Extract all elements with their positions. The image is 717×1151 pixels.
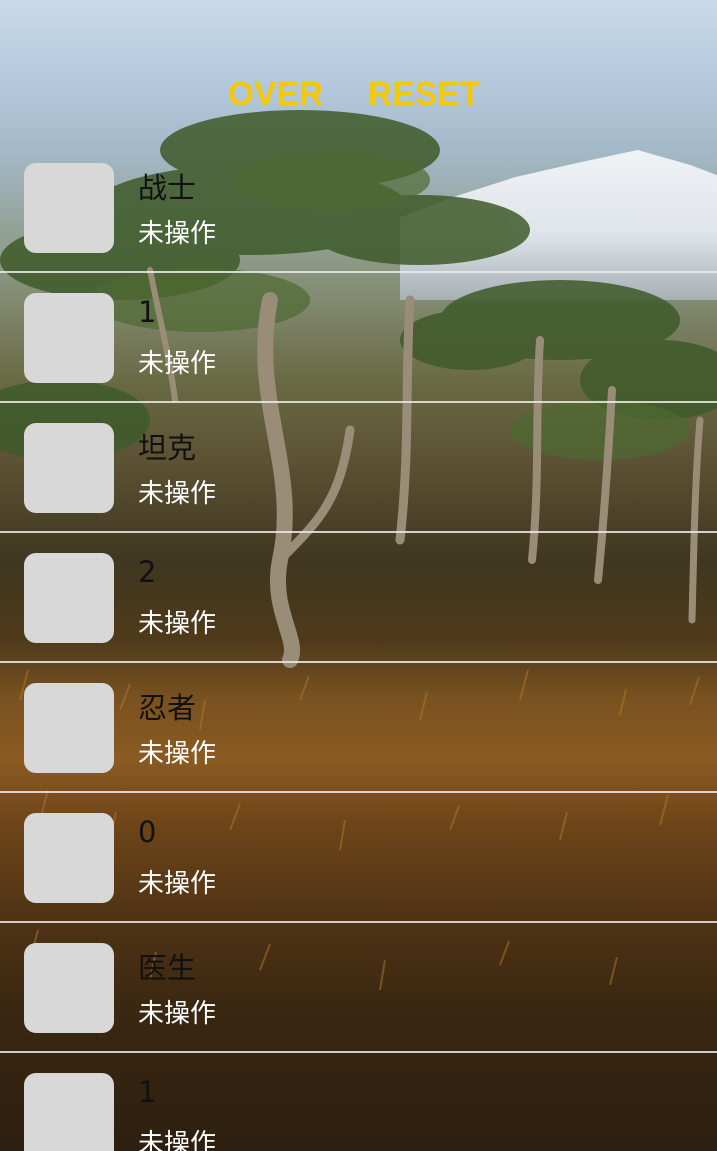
avatar-placeholder xyxy=(24,813,114,903)
item-name: 1 xyxy=(138,295,157,329)
avatar-placeholder xyxy=(24,163,114,253)
avatar-placeholder xyxy=(24,943,114,1033)
item-name: 战士 xyxy=(138,171,197,205)
character-list: 战士 未操作 1 未操作 坦克 未操作 2 未操作 忍者 未操作 0 未操作 医… xyxy=(0,143,717,1151)
item-status: 未操作 xyxy=(138,219,217,249)
action-bar: OVER RESET xyxy=(0,74,717,118)
list-item[interactable]: 1 未操作 xyxy=(0,1053,717,1151)
list-item[interactable]: 战士 未操作 xyxy=(0,143,717,273)
list-item[interactable]: 坦克 未操作 xyxy=(0,403,717,533)
item-status: 未操作 xyxy=(138,609,217,639)
item-status: 未操作 xyxy=(138,349,217,379)
avatar-placeholder xyxy=(24,1073,114,1151)
item-status: 未操作 xyxy=(138,869,217,899)
item-status: 未操作 xyxy=(138,999,217,1029)
app-screen: OVER RESET 战士 未操作 1 未操作 坦克 未操作 2 未操作 忍者 … xyxy=(0,0,717,1151)
item-name: 1 xyxy=(138,1075,157,1109)
avatar-placeholder xyxy=(24,683,114,773)
item-name: 忍者 xyxy=(138,691,197,725)
list-item[interactable]: 医生 未操作 xyxy=(0,923,717,1053)
item-name: 2 xyxy=(138,555,157,589)
avatar-placeholder xyxy=(24,293,114,383)
item-status: 未操作 xyxy=(138,479,217,509)
avatar-placeholder xyxy=(24,423,114,513)
list-item[interactable]: 2 未操作 xyxy=(0,533,717,663)
list-item[interactable]: 忍者 未操作 xyxy=(0,663,717,793)
over-button[interactable]: OVER xyxy=(228,74,324,114)
item-status: 未操作 xyxy=(138,1129,217,1151)
item-status: 未操作 xyxy=(138,739,217,769)
item-name: 医生 xyxy=(138,951,197,985)
list-item[interactable]: 0 未操作 xyxy=(0,793,717,923)
item-name: 0 xyxy=(138,815,157,849)
avatar-placeholder xyxy=(24,553,114,643)
list-item[interactable]: 1 未操作 xyxy=(0,273,717,403)
item-name: 坦克 xyxy=(138,431,197,465)
reset-button[interactable]: RESET xyxy=(368,74,481,114)
